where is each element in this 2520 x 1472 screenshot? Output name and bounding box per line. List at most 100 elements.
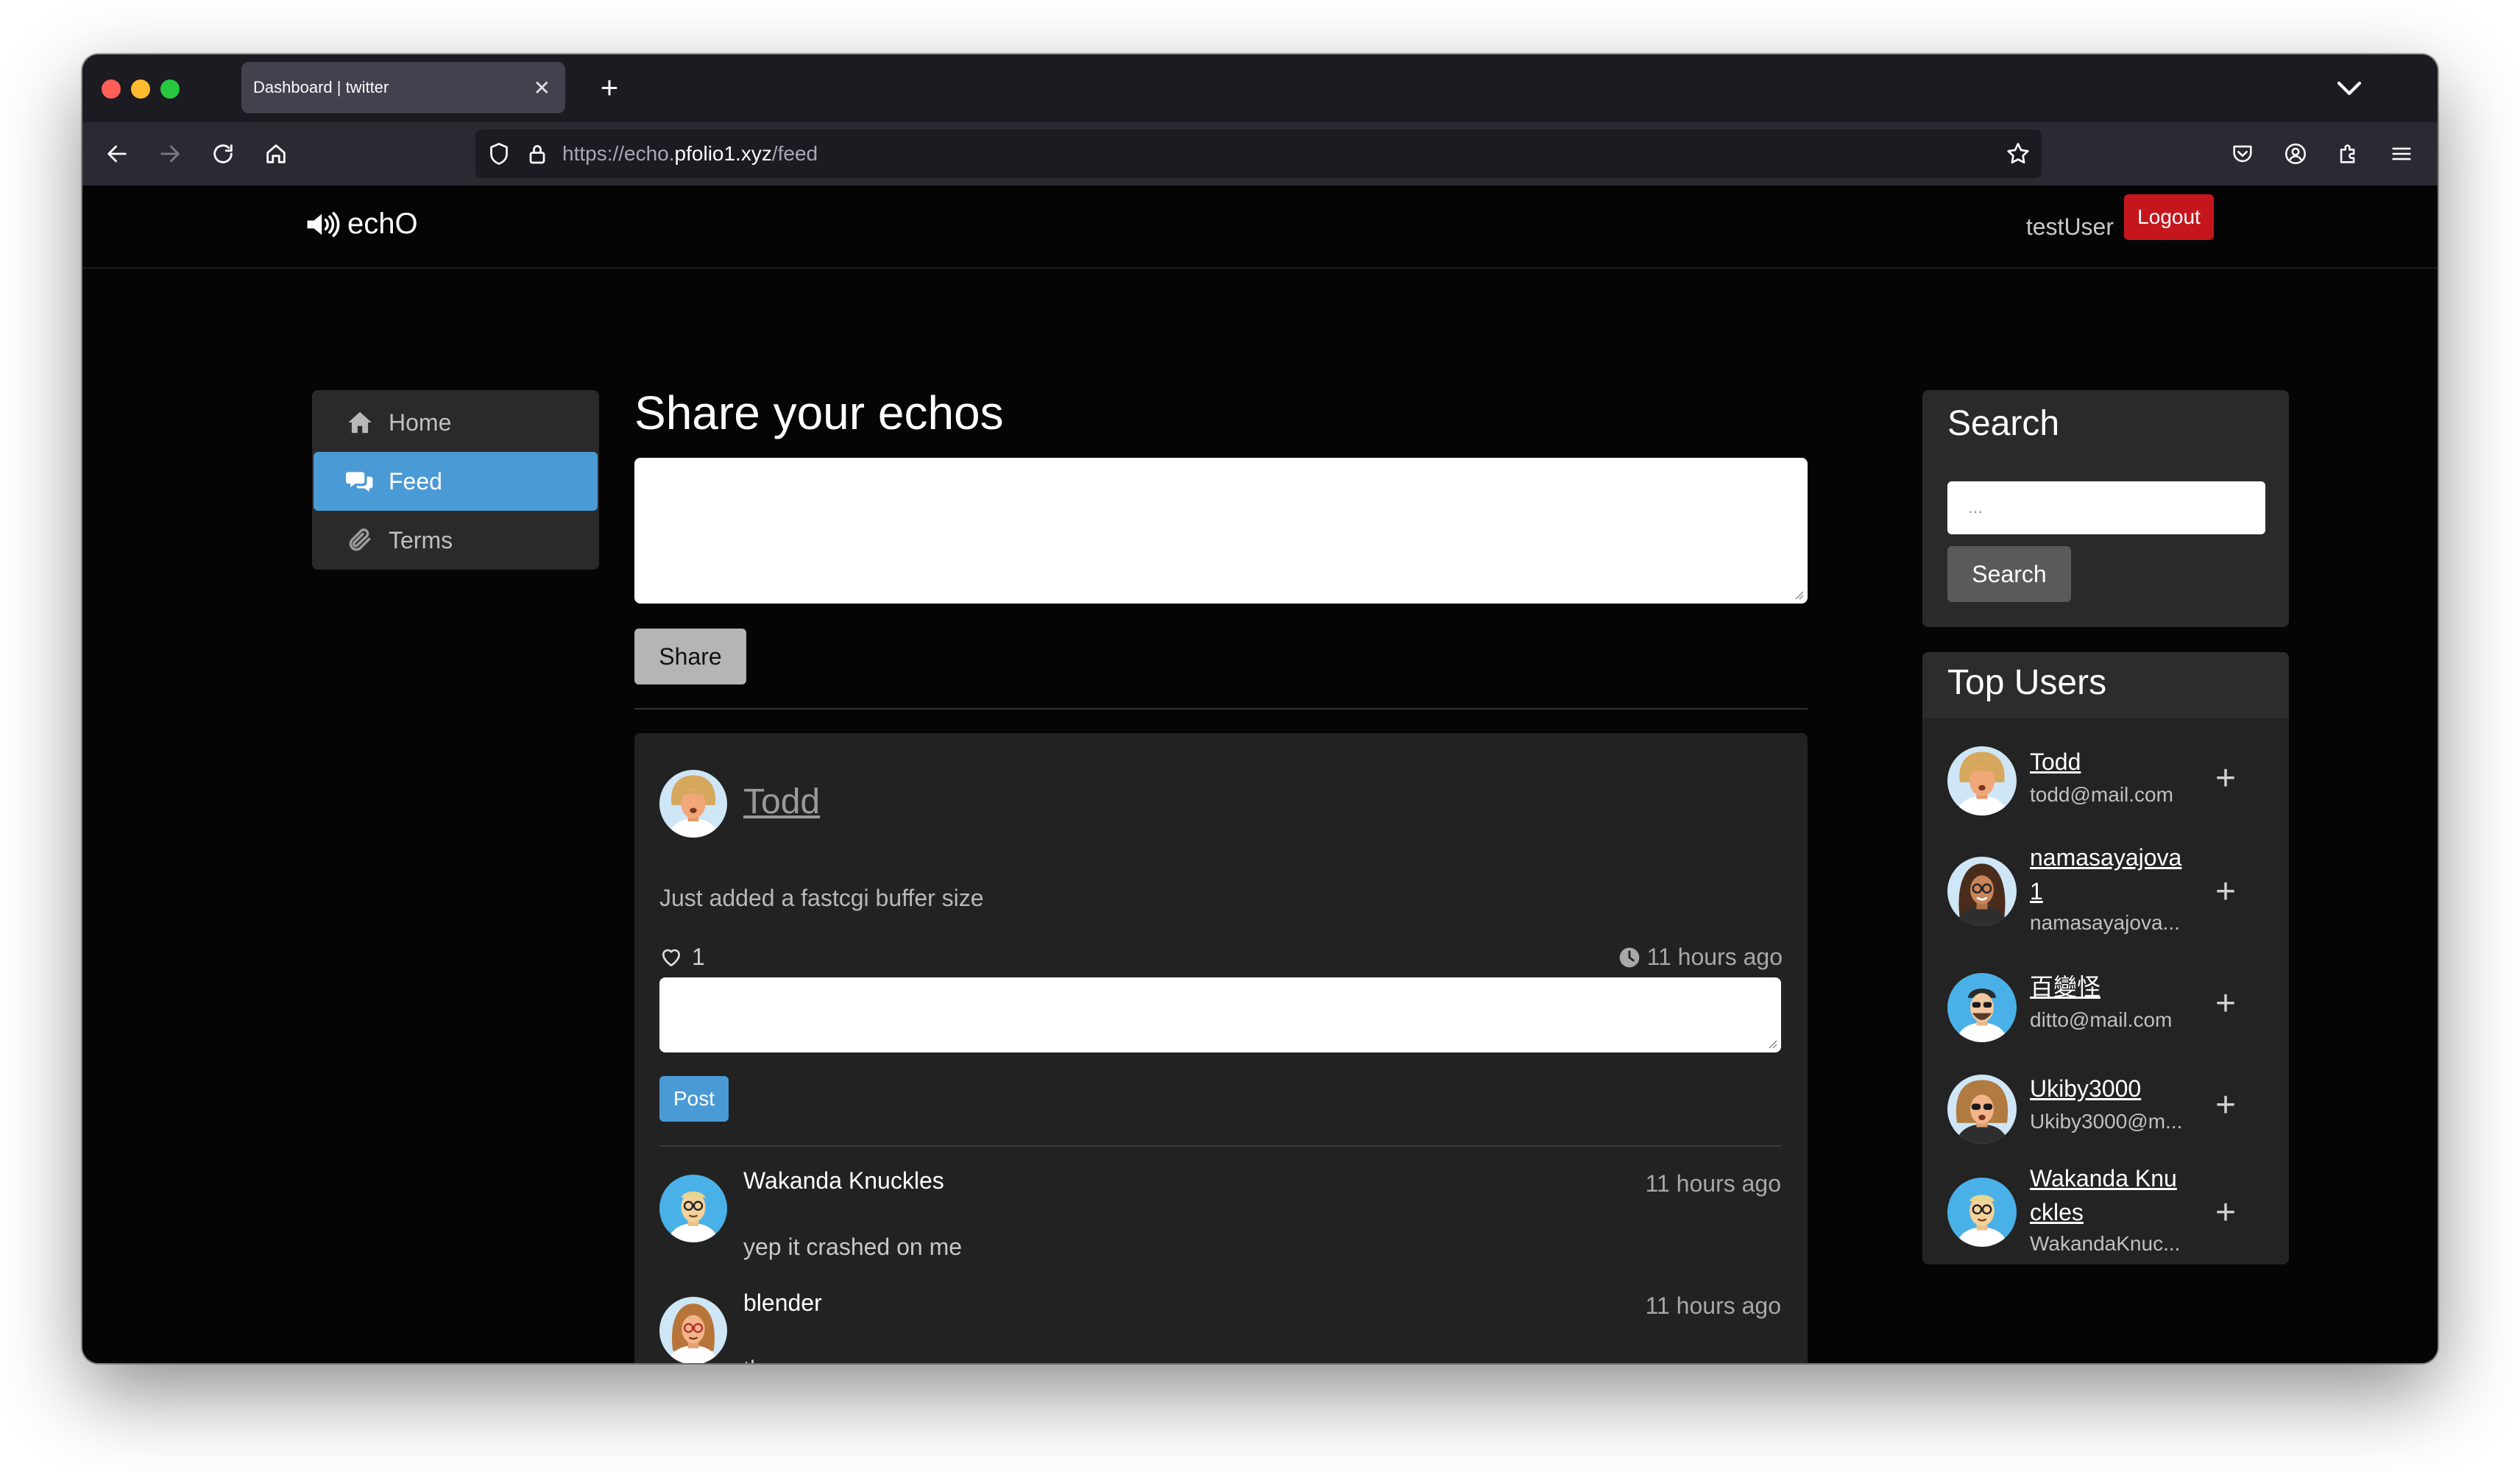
comment-author[interactable]: blender [743, 1289, 822, 1317]
list-tabs-button[interactable] [2329, 68, 2370, 109]
comment-text: thx [743, 1356, 775, 1363]
sidebar-item-label: Home [389, 408, 452, 436]
user-name-link[interactable]: Wakanda Knuckles [2030, 1161, 2184, 1229]
search-button[interactable]: Search [1947, 546, 2071, 602]
post-author-link[interactable]: Todd [743, 782, 820, 822]
url-prefix: https://echo. [562, 142, 675, 165]
shield-icon[interactable] [486, 141, 512, 167]
address-bar[interactable]: https://echo.pfolio1.xyz/feed [475, 130, 2042, 178]
forward-arrow-icon [160, 145, 180, 163]
share-button[interactable]: Share [634, 629, 746, 684]
home-button[interactable] [258, 135, 294, 172]
account-icon [2284, 143, 2307, 165]
minimize-window-button[interactable] [131, 79, 150, 99]
follow-plus-icon[interactable]: + [2211, 1088, 2240, 1123]
pocket-button[interactable] [2224, 135, 2261, 172]
reload-icon [213, 144, 233, 163]
like-count: 1 [692, 944, 705, 970]
hamburger-menu-icon [2392, 147, 2411, 160]
user-avatar[interactable] [1947, 973, 2017, 1042]
current-username: testUser [2025, 213, 2114, 240]
avatar-namasayajova1 [1947, 857, 2017, 926]
bookmark-star-icon[interactable] [2005, 141, 2031, 167]
account-button[interactable] [2277, 135, 2314, 172]
post-author-avatar[interactable] [659, 770, 727, 838]
app-menu-button[interactable] [2383, 135, 2420, 172]
top-users-header: Top Users [1922, 652, 2289, 718]
extensions-button[interactable] [2330, 135, 2367, 172]
follow-plus-icon[interactable]: + [2211, 761, 2240, 796]
url-text[interactable]: https://echo.pfolio1.xyz/feed [562, 130, 818, 178]
comment-item: Wakanda Knuckles yep it crashed on me 11… [659, 1167, 1781, 1278]
tab-dashboard[interactable]: Dashboard | twitter ✕ [241, 62, 565, 113]
comment-avatar[interactable] [659, 1175, 727, 1242]
tab-title: Dashboard | twitter [253, 78, 389, 96]
user-email: Ukiby3000@m... [2030, 1110, 2183, 1133]
user-name-link[interactable]: Todd [2030, 745, 2184, 779]
avatar-todd [659, 770, 727, 838]
page-content: echO testUser Logout Home Feed Terms Sha… [82, 185, 2438, 1363]
user-name-link[interactable]: namasayajova1 [2030, 841, 2184, 908]
resize-grip-icon[interactable] [1791, 587, 1805, 601]
comment-author[interactable]: Wakanda Knuckles [743, 1167, 944, 1195]
top-user-item: Wakanda Knuckles WakandaKnuc... + [1947, 1161, 2264, 1264]
url-host: pfolio1.xyz [674, 142, 772, 165]
tab-close-icon[interactable]: ✕ [534, 76, 551, 100]
reload-button[interactable] [205, 135, 241, 172]
forward-button[interactable] [152, 135, 188, 172]
comment-avatar[interactable] [659, 1297, 727, 1363]
user-avatar[interactable] [1947, 857, 2017, 926]
post-card: Todd Just added a fastcgi buffer size 1 … [634, 733, 1808, 1363]
navigation-toolbar: https://echo.pfolio1.xyz/feed [82, 122, 2438, 185]
follow-plus-icon[interactable]: + [2211, 986, 2240, 1022]
user-email: namasayajova... [2030, 911, 2180, 934]
close-window-button[interactable] [102, 79, 121, 99]
user-avatar[interactable] [1947, 1075, 2017, 1144]
pocket-icon [2233, 145, 2252, 163]
search-input[interactable]: ... [1947, 481, 2265, 534]
puzzle-icon [2340, 144, 2355, 163]
avatar-ditto [1947, 973, 2017, 1042]
top-user-item: Todd todd@mail.com + [1947, 740, 2264, 821]
sidebar-item-terms[interactable]: Terms [314, 511, 598, 570]
like-button[interactable]: 1 [659, 944, 705, 971]
avatar-wakanda [659, 1175, 727, 1242]
resize-grip-icon[interactable] [1765, 1036, 1778, 1050]
sidebar-item-label: Feed [389, 467, 442, 495]
follow-plus-icon[interactable]: + [2211, 874, 2240, 910]
zoom-window-button[interactable] [160, 79, 180, 99]
comment-textarea[interactable] [659, 977, 1781, 1052]
user-name-link[interactable]: Ukiby3000 [2030, 1072, 2184, 1105]
logout-button[interactable]: Logout [2124, 194, 2214, 240]
page-title: Share your echos [634, 386, 1004, 439]
brand-name: echO [347, 208, 418, 240]
browser-window: Dashboard | twitter ✕ + https://echo.pfo… [82, 54, 2438, 1363]
user-email: todd@mail.com [2030, 783, 2173, 806]
divider [659, 1145, 1781, 1147]
echo-compose-textarea[interactable] [634, 458, 1808, 604]
brand-link[interactable]: echO [305, 208, 418, 241]
follow-plus-icon[interactable]: + [2211, 1195, 2240, 1231]
sidebar-nav: Home Feed Terms [312, 390, 599, 570]
sidebar-item-feed[interactable]: Feed [314, 452, 598, 511]
user-email: WakandaKnuc... [2030, 1232, 2181, 1255]
chevron-down-icon [2337, 81, 2362, 96]
user-name-link[interactable]: 百變怪 [2030, 970, 2184, 1004]
top-user-item: namasayajova1 namasayajova... + [1947, 841, 2264, 944]
tab-bar: Dashboard | twitter ✕ + [82, 54, 2438, 122]
new-tab-button[interactable]: + [589, 65, 630, 112]
post-timestamp: 11 hours ago [1618, 944, 1783, 971]
user-avatar[interactable] [1947, 1178, 2017, 1247]
back-button[interactable] [99, 135, 135, 172]
comment-item: blender thx 11 hours ago [659, 1289, 1781, 1363]
post-text: Just added a fastcgi buffer size [659, 885, 984, 911]
post-comment-button[interactable]: Post [659, 1076, 729, 1122]
avatar-wakanda [1947, 1178, 2017, 1247]
comments-icon [346, 472, 373, 492]
top-users-panel: Top Users Todd todd@mail.com + namasayaj… [1922, 652, 2289, 1264]
sidebar-item-home[interactable]: Home [314, 393, 598, 452]
lock-icon[interactable] [524, 141, 551, 167]
top-user-item: Ukiby3000 Ukiby3000@m... + [1947, 1069, 2264, 1150]
paperclip-icon [349, 528, 371, 551]
user-avatar[interactable] [1947, 746, 2017, 815]
